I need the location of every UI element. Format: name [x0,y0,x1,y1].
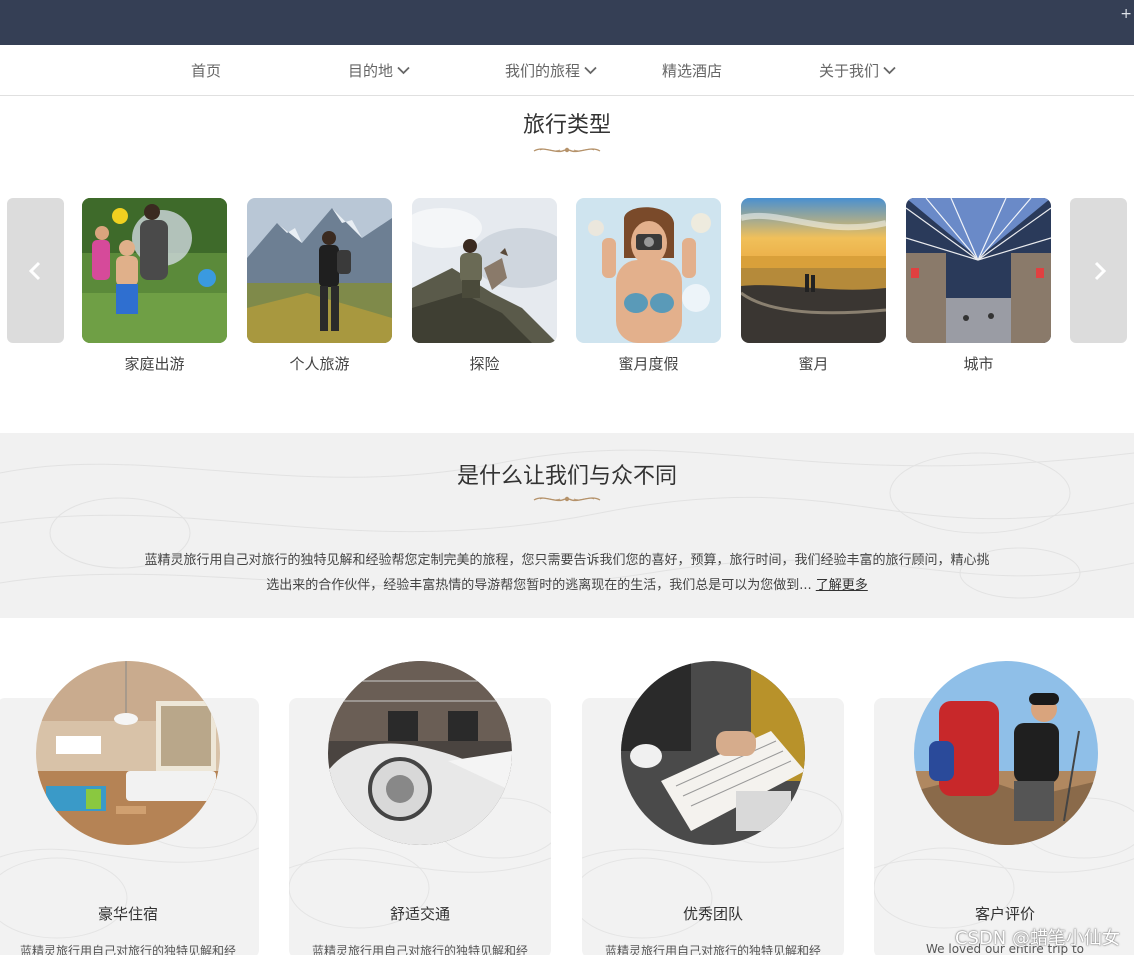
adventure-trip-image [412,198,557,343]
nav-item-about[interactable]: 关于我们 [819,60,896,81]
accommodation-image [36,661,220,845]
city-trip-image [906,198,1051,343]
feature-description: 蓝精灵旅行用自己对旅行的独特见解和经 [19,944,236,955]
travel-type-label: 城市 [963,355,994,373]
nav-item-label: 首页 [191,62,222,80]
nav-item-destinations[interactable]: 目的地 [348,60,410,81]
difference-description: 蓝精灵旅行用自己对旅行的独特见解和经验帮您定制完美的旅程，您只需要告诉我们您的喜… [100,548,1034,598]
difference-line-1: 蓝精灵旅行用自己对旅行的独特见解和经验帮您定制完美的旅程，您只需要告诉我们您的喜… [144,553,990,568]
honeymoon-image [741,198,886,343]
nav-item-label: 关于我们 [819,62,880,80]
solo-trip-image [247,198,392,343]
chevron-down-icon [397,66,410,75]
chevron-left-icon [28,261,40,280]
plus-icon[interactable]: + [1120,6,1132,22]
feature-description: 蓝精灵旅行用自己对旅行的独特见解和经 [311,944,528,955]
travel-type-card-honeymoon-vacation[interactable]: 蜜月度假 [576,198,721,374]
feature-title: 豪华住宿 [97,905,158,923]
main-nav: 首页 目的地 我们的旅程 精选酒店 关于我们 [0,45,1134,96]
ornament-divider-icon [533,496,601,502]
team-image [621,661,805,845]
travel-type-card-family[interactable]: 家庭出游 [82,198,227,374]
family-trip-image [82,198,227,343]
chevron-down-icon [883,66,896,75]
reviews-image [914,661,1098,845]
travel-type-label: 探险 [469,355,500,373]
transport-image [328,661,512,845]
travel-type-label: 蜜月度假 [618,355,679,373]
travel-type-card-honeymoon[interactable]: 蜜月 [741,198,886,374]
difference-title: 是什么让我们与众不同 [456,464,677,489]
travel-type-card-adventure[interactable]: 探险 [412,198,557,374]
chevron-right-icon [1094,261,1106,280]
travel-type-label: 个人旅游 [289,355,350,373]
csdn-watermark: CSDN @蜡笔小仙女 [954,928,1120,949]
carousel-prev-button[interactable] [7,198,64,343]
nav-item-label: 我们的旅程 [505,62,581,80]
travel-type-label: 蜜月 [798,355,829,373]
travel-type-label: 家庭出游 [124,355,185,373]
ornament-divider-icon [533,147,601,153]
nav-item-label: 精选酒店 [662,62,723,80]
travel-type-card-city[interactable]: 城市 [906,198,1051,374]
travel-type-card-solo[interactable]: 个人旅游 [247,198,392,374]
nav-item-our-journeys[interactable]: 我们的旅程 [505,60,597,81]
difference-line-2: 选出来的合作伙伴，经验丰富热情的导游帮您暂时的逃离现在的生活，我们总是可以为您做… [266,578,812,593]
learn-more-link[interactable]: 了解更多 [816,578,868,593]
chevron-down-icon [584,66,597,75]
carousel-next-button[interactable] [1070,198,1127,343]
nav-item-label: 目的地 [348,62,394,80]
feature-title: 客户评价 [974,905,1035,923]
top-bar: + [0,0,1134,45]
feature-title: 舒适交通 [389,905,450,923]
difference-section: 是什么让我们与众不同 蓝精灵旅行用自己对旅行的独特见解和经验帮您定制完美的旅程，… [0,433,1134,618]
nav-item-hotels[interactable]: 精选酒店 [662,60,722,81]
travel-types-title: 旅行类型 [522,113,611,138]
feature-description: 蓝精灵旅行用自己对旅行的独特见解和经 [604,944,821,955]
nav-item-home[interactable]: 首页 [191,60,221,81]
feature-title: 优秀团队 [682,905,743,923]
honeymoon-vacation-image [576,198,721,343]
